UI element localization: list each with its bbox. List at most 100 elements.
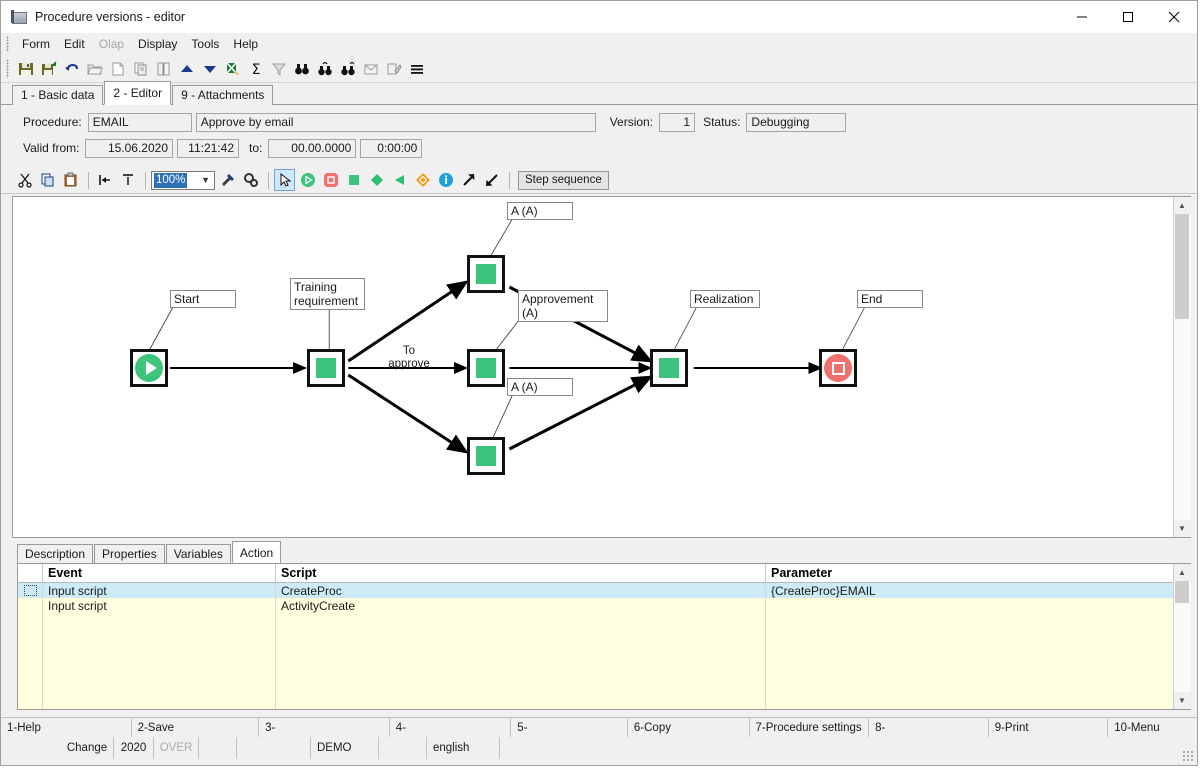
- label-a-bottom[interactable]: A (A): [507, 378, 573, 396]
- node-end[interactable]: [819, 349, 857, 387]
- valid-from-time-field[interactable]: 11:21:42: [177, 138, 239, 158]
- tools-icon[interactable]: [217, 169, 238, 191]
- save-as-icon[interactable]: [38, 58, 59, 80]
- menu-item-form[interactable]: Form: [15, 35, 57, 53]
- to-date-field[interactable]: 00.00.0000: [268, 138, 357, 158]
- chevron-down-icon[interactable]: ▼: [201, 175, 210, 185]
- zoom-input[interactable]: 100% ▼: [151, 170, 215, 190]
- fkey-3[interactable]: 3-: [259, 718, 390, 737]
- table-row[interactable]: Input script ActivityCreate: [18, 598, 1173, 613]
- scroll-up-icon[interactable]: ▲: [1173, 197, 1191, 214]
- tab-basic-data[interactable]: 1 - Basic data: [12, 85, 104, 105]
- label-realization[interactable]: Realization: [690, 290, 760, 308]
- grid-header-event[interactable]: Event: [43, 564, 276, 582]
- version-field[interactable]: 1: [659, 112, 696, 132]
- copy-icon[interactable]: [37, 169, 58, 191]
- tab-action[interactable]: Action: [231, 541, 282, 563]
- info-icon[interactable]: [435, 169, 456, 191]
- grid-vertical-scrollbar[interactable]: ▲ ▼: [1173, 564, 1191, 709]
- procedure-name-field[interactable]: Approve by email: [195, 112, 596, 132]
- grid-header-script[interactable]: Script: [276, 564, 766, 582]
- menu-lines-icon[interactable]: [406, 58, 427, 80]
- tab-editor[interactable]: 2 - Editor: [104, 81, 172, 105]
- settings-gears-icon[interactable]: [240, 169, 261, 191]
- sum-icon[interactable]: Σ: [245, 58, 266, 80]
- cell-script[interactable]: CreateProc: [276, 583, 766, 598]
- undo-icon[interactable]: [61, 58, 82, 80]
- menu-item-help[interactable]: Help: [226, 35, 265, 53]
- table-row[interactable]: Input script CreateProc {CreateProc}EMAI…: [18, 583, 1173, 598]
- diagram-canvas[interactable]: Start Training requirement A (A) Approve…: [13, 197, 1173, 537]
- fkey-7-procedure-settings[interactable]: 7-Procedure settings: [750, 718, 870, 737]
- export-excel-icon[interactable]: [222, 58, 243, 80]
- arrow-in-icon[interactable]: [481, 169, 502, 191]
- cell-script[interactable]: ActivityCreate: [276, 598, 766, 613]
- fkey-1-help[interactable]: 1-Help: [1, 718, 132, 737]
- maximize-icon[interactable]: [1105, 1, 1151, 32]
- action-grid[interactable]: Event Script Parameter Input script Crea…: [18, 564, 1173, 709]
- fkey-5[interactable]: 5-: [511, 718, 628, 737]
- node-a-bottom[interactable]: [467, 437, 505, 475]
- pointer-icon[interactable]: [274, 169, 295, 191]
- arrow-down-icon[interactable]: [199, 58, 220, 80]
- arrow-out-icon[interactable]: [458, 169, 479, 191]
- align-left-icon[interactable]: [94, 169, 115, 191]
- node-training[interactable]: [307, 349, 345, 387]
- cut-icon[interactable]: [14, 169, 35, 191]
- procedure-code-field[interactable]: EMAIL: [87, 112, 192, 132]
- node-a-top[interactable]: [467, 255, 505, 293]
- cell-event[interactable]: Input script: [43, 583, 276, 598]
- node-start[interactable]: [130, 349, 168, 387]
- status-field[interactable]: Debugging: [746, 112, 847, 132]
- row-selector[interactable]: [18, 583, 43, 598]
- align-top-icon[interactable]: [117, 169, 138, 191]
- fkey-8[interactable]: 8-: [869, 718, 989, 737]
- activity-square-icon[interactable]: [343, 169, 364, 191]
- fkey-10-menu[interactable]: 10-Menu: [1108, 718, 1197, 737]
- tab-variables[interactable]: Variables: [165, 544, 231, 563]
- grid-header-parameter[interactable]: Parameter: [766, 564, 1166, 582]
- fkey-2-save[interactable]: 2-Save: [132, 718, 260, 737]
- tab-properties[interactable]: Properties: [94, 544, 165, 563]
- save-icon[interactable]: [15, 58, 36, 80]
- grid-scroll-track[interactable]: [1173, 581, 1191, 692]
- cell-parameter[interactable]: {CreateProc}EMAIL: [766, 583, 1166, 598]
- binoculars-prev-icon[interactable]: [314, 58, 335, 80]
- minimize-icon[interactable]: [1059, 1, 1105, 32]
- node-realization[interactable]: [650, 349, 688, 387]
- scroll-down-icon[interactable]: ▼: [1173, 520, 1191, 537]
- cell-event[interactable]: Input script: [43, 598, 276, 613]
- fkey-4[interactable]: 4-: [390, 718, 512, 737]
- close-icon[interactable]: [1151, 1, 1197, 32]
- to-time-field[interactable]: 0:00:00: [360, 138, 423, 158]
- fkey-6-copy[interactable]: 6-Copy: [628, 718, 750, 737]
- triangle-left-icon[interactable]: [389, 169, 410, 191]
- cell-parameter[interactable]: [766, 598, 1166, 613]
- grid-scroll-thumb[interactable]: [1174, 581, 1189, 603]
- binoculars-next-icon[interactable]: [337, 58, 358, 80]
- canvas-scroll-track[interactable]: [1173, 214, 1191, 520]
- label-start[interactable]: Start: [170, 290, 236, 308]
- node-approvement[interactable]: [467, 349, 505, 387]
- paste-icon[interactable]: [60, 169, 81, 191]
- arrow-up-icon[interactable]: [176, 58, 197, 80]
- tab-description[interactable]: Description: [17, 544, 94, 563]
- label-approvement[interactable]: Approvement (A): [518, 290, 608, 322]
- canvas-vertical-scrollbar[interactable]: ▲ ▼: [1173, 197, 1191, 537]
- tab-attachments[interactable]: 9 - Attachments: [172, 85, 274, 105]
- resize-grip[interactable]: [1182, 750, 1194, 762]
- menu-item-display[interactable]: Display: [131, 35, 184, 53]
- grid-scroll-down-icon[interactable]: ▼: [1173, 692, 1191, 709]
- valid-from-date-field[interactable]: 15.06.2020: [85, 138, 173, 158]
- fkey-9-print[interactable]: 9-Print: [989, 718, 1109, 737]
- canvas-scroll-thumb[interactable]: [1174, 214, 1189, 319]
- label-training[interactable]: Training requirement: [290, 278, 365, 310]
- row-selector[interactable]: [18, 598, 43, 613]
- orange-diamond-icon[interactable]: [412, 169, 433, 191]
- label-a-top[interactable]: A (A): [507, 202, 573, 220]
- menu-item-edit[interactable]: Edit: [57, 35, 92, 53]
- label-end[interactable]: End: [857, 290, 923, 308]
- start-node-icon[interactable]: [297, 169, 318, 191]
- step-sequence-button[interactable]: Step sequence: [518, 170, 609, 190]
- stop-node-icon[interactable]: [320, 169, 341, 191]
